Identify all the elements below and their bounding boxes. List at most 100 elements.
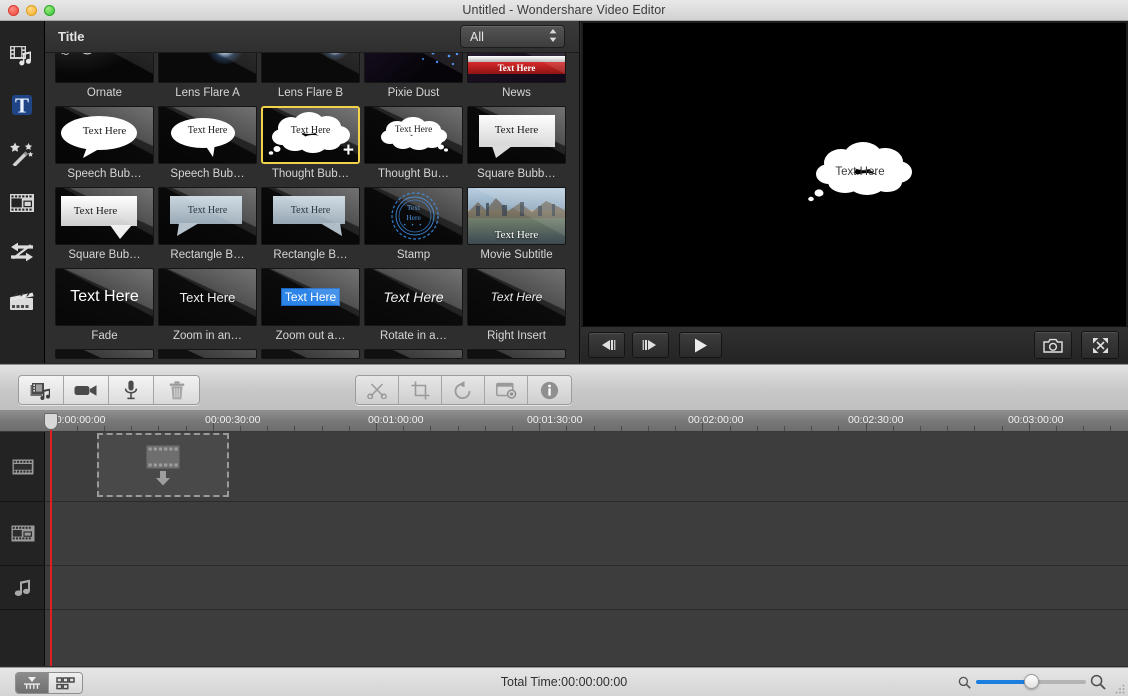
library-item-label: Speech Bub… [67,168,142,180]
library-item-rectangle-bubble-a[interactable]: Text Here Rectangle B… [156,187,259,268]
filmstrip-drop-icon [146,445,180,468]
thumbnail: Text Here [261,187,360,245]
library-item-lens-flare-b[interactable]: Text Here Lens Flare B [259,53,362,106]
resize-grip-icon[interactable] [1112,681,1126,695]
close-window-button[interactable] [8,5,19,16]
library-filter-value: All [470,29,484,44]
thumbnail: Text Here [158,106,257,164]
sidebar-item-media[interactable] [0,31,45,80]
thumbnail: Text Here [364,53,463,83]
timeline-track-audio[interactable] [45,566,1128,610]
sidebar-item-pip[interactable] [0,178,45,227]
sidebar-item-effects[interactable] [0,129,45,178]
thumbnail: Text Here [158,268,257,326]
ruler-tick [1110,426,1111,431]
text-t-icon: T [12,93,32,117]
status-bar: Total Time:00:00:00:00 [0,667,1128,696]
track-header-audio[interactable] [0,566,45,610]
library-item-partial[interactable] [465,349,568,359]
ruler-tick [403,426,404,431]
maximize-window-button[interactable] [44,5,55,16]
ruler-tick [294,426,295,431]
library-thumbnail-grid[interactable]: Text Here Ornate Text Here [45,53,579,363]
library-item-news[interactable]: Text Here News [465,53,568,106]
delete-button[interactable] [154,376,199,404]
zoom-handle[interactable] [1024,674,1039,689]
library-row: Text Here Fade Text Here Zoom in an… [53,268,571,349]
library-item-square-bubble-a[interactable]: Text Here Square Bubb… [465,106,568,187]
library-item-thought-bubble-a[interactable]: Text Here + Thought Bub… [259,106,362,187]
sidebar-item-transitions[interactable] [0,227,45,276]
ruler-label: 00:02:30:00 [848,414,904,426]
sidebar-item-title[interactable]: T [0,80,45,129]
advanced-edit-button[interactable] [485,376,528,404]
timeline-track-video[interactable] [45,432,1128,502]
library-item-zoom-out[interactable]: Text Here Zoom out a… [259,268,362,349]
thumbnail [55,349,154,359]
timeline-zoom-slider[interactable] [958,674,1106,691]
previous-frame-button[interactable] [588,332,625,358]
video-drop-zone[interactable] [97,433,229,497]
sidebar-item-intro-credits[interactable] [0,276,45,325]
add-to-timeline-icon[interactable]: + [343,141,354,160]
library-item-right-insert[interactable]: Text Here Right Insert [465,268,568,349]
ruler-tick [947,426,948,431]
library-row: Text Here Speech Bub… Text Here Speech B… [53,106,571,187]
timeline-track-extra[interactable] [45,610,1128,666]
track-header-video[interactable] [0,432,45,502]
zoom-fill [976,680,1031,684]
library-item-movie-subtitle[interactable]: Text Here Movie Subtitle [465,187,568,268]
library-item-ornate[interactable]: Text Here Ornate [53,53,156,106]
library-item-square-bubble-b[interactable]: Text Here Square Bub… [53,187,156,268]
library-item-pixie-dust[interactable]: Text Here Pixie Dust [362,53,465,106]
filmstrip-grid-icon [10,193,34,212]
library-item-partial[interactable] [156,349,259,359]
ruler-tick [566,426,567,431]
library-item-lens-flare-a[interactable]: Text Here Lens Flare A [156,53,259,106]
timeline-track-pip[interactable] [45,502,1128,566]
ruler-tick [594,426,595,431]
library-filter-select[interactable]: All [460,25,565,48]
split-button[interactable] [356,376,399,404]
track-header-pip[interactable] [0,502,45,566]
library-item-label: Pixie Dust [387,87,440,99]
library-item-speech-bubble-a[interactable]: Text Here Speech Bub… [53,106,156,187]
camera-icon [1043,338,1063,353]
snapshot-button[interactable] [1034,331,1072,359]
minimize-window-button[interactable] [26,5,37,16]
crop-button[interactable] [399,376,442,404]
video-editor-window: Untitled - Wondershare Video Editor T Ti… [0,0,1128,696]
fullscreen-button[interactable] [1081,331,1119,359]
ruler-tick [349,426,350,431]
import-media-button[interactable] [19,376,64,404]
library-item-fade[interactable]: Text Here Fade [53,268,156,349]
playhead-handle[interactable] [44,413,58,430]
rotate-button[interactable] [442,376,485,404]
record-voiceover-button[interactable] [109,376,154,404]
record-webcam-button[interactable] [64,376,109,404]
ruler-tick [430,426,431,431]
library-item-label: Movie Subtitle [480,249,553,261]
preview-screen[interactable]: Text Here [583,23,1126,326]
info-button[interactable] [528,376,571,404]
next-frame-button[interactable] [632,332,669,358]
swap-arrows-icon [11,242,33,261]
zoom-out-icon [958,676,971,689]
library-item-zoom-in[interactable]: Text Here Zoom in an… [156,268,259,349]
library-item-speech-bubble-b[interactable]: Text Here Speech Bub… [156,106,259,187]
library-item-stamp[interactable]: Text Here • • • Stamp [362,187,465,268]
library-item-partial[interactable] [53,349,156,359]
thumbnail: Text Here [261,53,360,83]
library-item-partial[interactable] [259,349,362,359]
library-item-thought-bubble-b[interactable]: Text Here Thought Bu… [362,106,465,187]
library-item-label: Thought Bub… [271,168,350,180]
ruler-tick [512,426,513,431]
library-item-rotate-in[interactable]: Text Here Rotate in a… [362,268,465,349]
timeline-ruler[interactable]: 00:00:00:00 00:00:30:00 00:01:00:00 00:0… [0,411,1128,432]
thumbnail: Text Here [158,53,257,83]
ruler-tick [267,426,268,431]
library-item-partial[interactable] [362,349,465,359]
library-item-rectangle-bubble-b[interactable]: Text Here Rectangle B… [259,187,362,268]
play-button[interactable] [679,332,722,358]
scissors-icon [367,383,387,399]
